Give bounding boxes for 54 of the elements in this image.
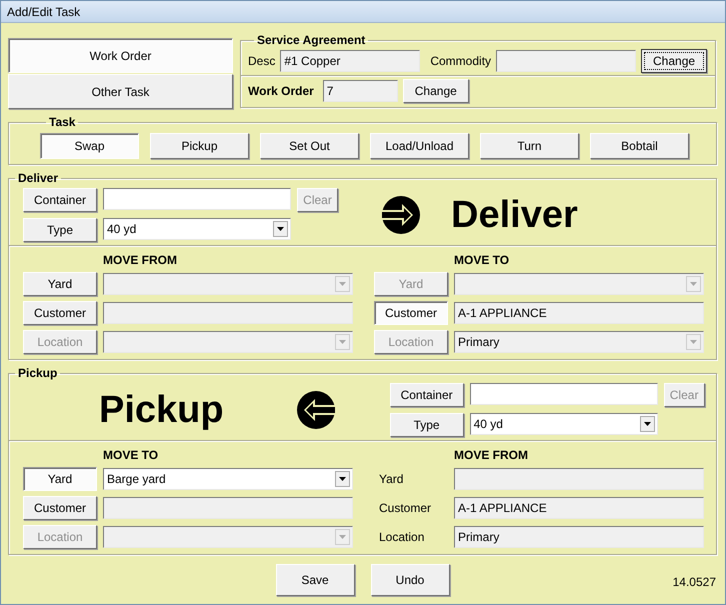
window-title: Add/Edit Task — [7, 4, 80, 18]
desc-field[interactable]: #1 Copper — [280, 50, 420, 72]
row-button[interactable]: Customer — [374, 301, 448, 325]
container-button[interactable]: Container — [23, 188, 97, 212]
column-heading: MOVE FROM — [453, 448, 529, 461]
row-button[interactable]: Yard — [23, 272, 97, 296]
group-title: Pickup — [17, 366, 58, 380]
field-label: Customer — [378, 500, 432, 517]
text-field[interactable] — [454, 468, 704, 490]
text-field[interactable] — [103, 497, 353, 519]
type-dropdown[interactable]: 40 yd — [103, 218, 291, 240]
container-field[interactable] — [103, 188, 291, 210]
mode-button[interactable]: Other Task — [8, 74, 233, 109]
field-label: Location — [378, 529, 426, 546]
container-button[interactable]: Container — [390, 383, 464, 407]
undo-button[interactable]: Undo — [370, 564, 450, 596]
work-order-field[interactable]: 7 — [322, 80, 398, 102]
row-button[interactable]: Customer — [23, 496, 97, 520]
task-button[interactable]: Bobtail — [590, 133, 689, 159]
task-button[interactable]: Load/Unload — [370, 133, 469, 159]
task-button[interactable]: Swap — [40, 133, 139, 159]
mode-button[interactable]: Work Order — [8, 38, 233, 73]
group-title: Service Agreement — [256, 33, 366, 47]
column-heading: MOVE TO — [453, 253, 510, 266]
work-order-label: Work Order — [248, 84, 314, 98]
type-dropdown[interactable]: 40 yd — [470, 413, 658, 435]
row-button[interactable]: Customer — [23, 301, 97, 325]
text-field[interactable] — [103, 302, 353, 324]
column-heading: MOVE FROM — [102, 253, 178, 266]
dropdown[interactable]: Barge yard — [103, 468, 353, 490]
task-button[interactable]: Turn — [480, 133, 579, 159]
type-button[interactable]: Type — [23, 218, 97, 242]
commodity-label: Commodity — [430, 54, 492, 68]
banner-title: Deliver — [451, 194, 578, 236]
task-button[interactable]: Pickup — [150, 133, 249, 159]
desc-label: Desc — [248, 54, 276, 68]
commodity-field[interactable] — [496, 50, 636, 72]
task-button[interactable]: Set Out — [260, 133, 359, 159]
column-heading: MOVE TO — [102, 448, 160, 461]
field-label: Yard — [378, 471, 404, 488]
version-label: 14.0527 — [672, 575, 716, 589]
banner-title: Pickup — [99, 388, 224, 432]
change-button[interactable]: Change — [641, 49, 708, 73]
save-button[interactable]: Save — [276, 564, 354, 596]
text-field[interactable]: A-1 APPLIANCE — [454, 497, 704, 519]
group-title: Task — [48, 115, 76, 129]
type-button[interactable]: Type — [390, 413, 464, 437]
dropdown[interactable] — [103, 273, 353, 295]
text-field[interactable]: A-1 APPLIANCE — [454, 302, 704, 324]
row-button[interactable]: Yard — [23, 467, 97, 491]
text-field[interactable]: Primary — [454, 526, 704, 548]
container-field[interactable] — [470, 383, 658, 405]
group-title: Deliver — [17, 171, 60, 185]
change-button[interactable]: Change — [402, 79, 469, 103]
